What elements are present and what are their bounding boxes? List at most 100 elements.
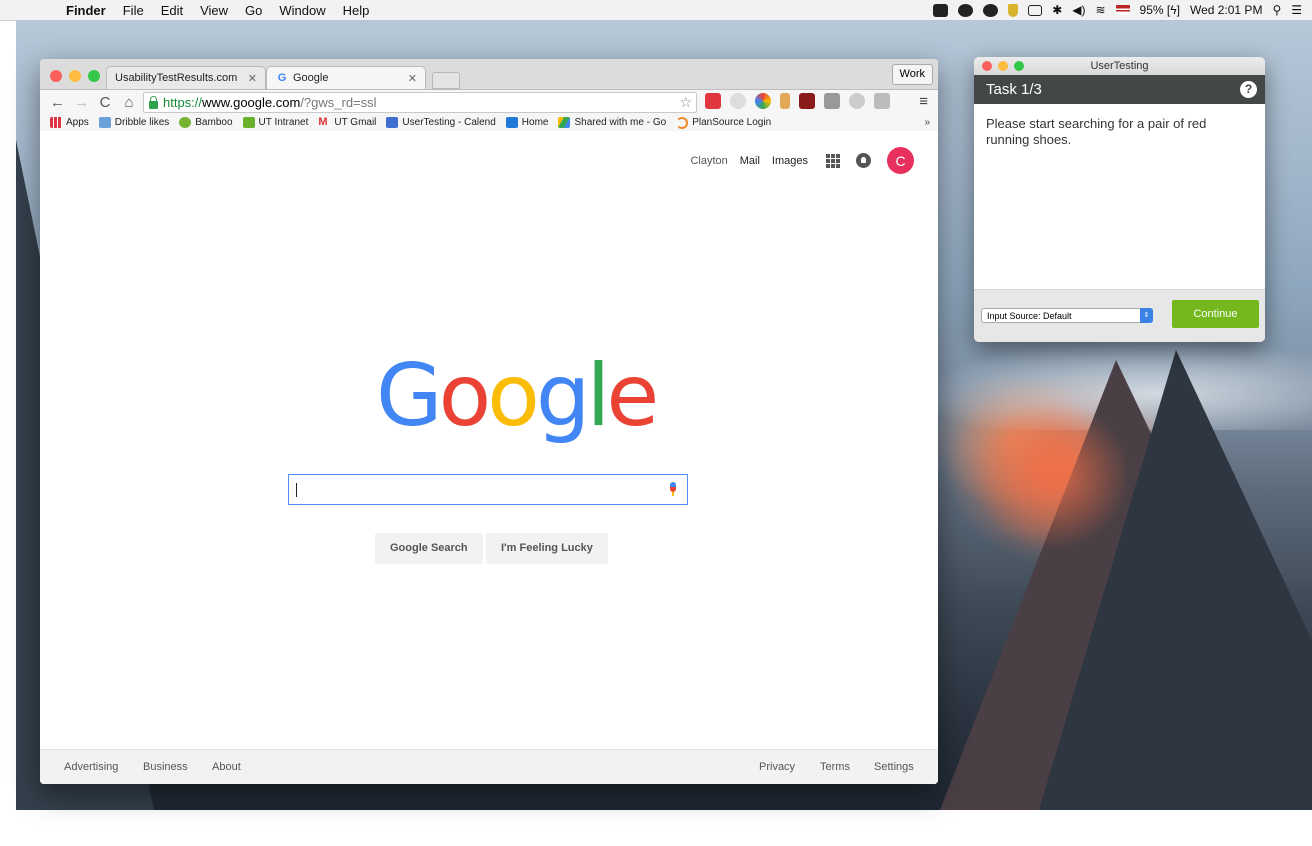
wifi-icon[interactable]: ≋ [1095, 3, 1105, 17]
status-tray: ✱ ◀) ≋ 95% [ϟ] Wed 2:01 PM ⚲ ☰ [933, 0, 1302, 20]
folder-icon [98, 117, 111, 128]
input-source-select[interactable]: Input Source: Default ⇕ [981, 308, 1153, 323]
extension-m-icon[interactable] [730, 93, 746, 109]
home-bookmark-icon [505, 117, 518, 128]
flag-icon[interactable] [1115, 5, 1130, 15]
home-icon[interactable]: ⌂ [122, 94, 136, 111]
footer-terms-link[interactable]: Terms [820, 761, 850, 773]
google-top-links: Clayton Mail Images C [678, 147, 914, 174]
new-tab-button[interactable] [432, 72, 460, 89]
bookmark-label: Apps [66, 117, 89, 128]
bookmark-ut-gmail[interactable]: M UT Gmail [318, 117, 376, 129]
forward-icon[interactable]: → [74, 94, 89, 111]
bookmarks-bar: Apps Dribble likes Bamboo UT Intranet MU… [40, 114, 938, 132]
extension-color-icon[interactable] [755, 93, 771, 109]
bookmark-home[interactable]: Home [505, 117, 548, 128]
feeling-lucky-button[interactable]: I'm Feeling Lucky [486, 533, 608, 564]
notifications-bell-icon[interactable] [856, 153, 871, 168]
close-window-button[interactable] [50, 70, 62, 82]
help-icon[interactable]: ? [1240, 81, 1257, 98]
menu-app-finder[interactable]: Finder [66, 3, 106, 18]
bookmark-usertesting-calendar[interactable]: UserTesting - Calend [386, 117, 496, 128]
menu-window[interactable]: Window [279, 3, 325, 18]
text-caret [296, 483, 297, 497]
minimize-window-button[interactable] [998, 61, 1008, 71]
logo-letter: o [438, 346, 492, 446]
minimize-window-button[interactable] [69, 70, 81, 82]
footer-privacy-link[interactable]: Privacy [759, 761, 795, 773]
extension-camera-icon[interactable] [824, 93, 840, 109]
microphone-icon[interactable] [669, 482, 677, 498]
extension-ublock-icon[interactable] [799, 93, 815, 109]
bookmark-dribble[interactable]: Dribble likes [98, 117, 169, 128]
bookmarks-overflow-icon[interactable]: » [924, 117, 930, 128]
google-search-button[interactable]: Google Search [375, 533, 483, 564]
close-window-button[interactable] [982, 61, 992, 71]
user-name-link[interactable]: Clayton [690, 155, 727, 167]
bookmark-apps[interactable]: Apps [50, 117, 89, 128]
usertesting-titlebar: UserTesting [974, 57, 1265, 75]
mail-link[interactable]: Mail [740, 155, 760, 167]
menu-help[interactable]: Help [343, 3, 370, 18]
logo-letter: l [586, 346, 611, 446]
menu-go[interactable]: Go [245, 3, 262, 18]
google-logo: Google [376, 353, 659, 439]
google-apps-icon[interactable] [826, 153, 840, 168]
window-title: UserTesting [1090, 60, 1149, 72]
bookmark-plansource[interactable]: PlanSource Login [676, 116, 771, 129]
plansource-icon [676, 116, 689, 129]
creative-cloud-icon[interactable] [958, 3, 974, 17]
continue-button[interactable]: Continue [1172, 300, 1259, 328]
apps-grid-icon [50, 117, 62, 128]
extension-face-icon[interactable] [849, 93, 865, 109]
google-homepage: Clayton Mail Images C Google Google Sear… [40, 131, 938, 784]
window-controls [50, 70, 100, 82]
tab-google[interactable]: G Google ✕ [266, 66, 426, 89]
wallpaper-mountain-dark [1036, 350, 1312, 810]
extension-ruler-icon[interactable] [780, 93, 790, 109]
tab-close-icon[interactable]: ✕ [408, 72, 417, 85]
footer-business-link[interactable]: Business [143, 761, 188, 773]
airplay-icon[interactable] [1028, 4, 1043, 16]
volume-icon[interactable]: ◀) [1072, 3, 1085, 17]
menu-edit[interactable]: Edit [161, 3, 183, 18]
footer-about-link[interactable]: About [212, 761, 241, 773]
tab-close-icon[interactable]: ✕ [248, 72, 257, 85]
menu-view[interactable]: View [200, 3, 228, 18]
extension-lastpass-icon[interactable] [705, 93, 721, 109]
adobe-icon[interactable] [983, 3, 999, 17]
footer-settings-link[interactable]: Settings [874, 761, 914, 773]
clock[interactable]: Wed 2:01 PM [1190, 3, 1262, 17]
reload-icon[interactable]: C [98, 94, 112, 111]
zoom-window-button[interactable] [88, 70, 100, 82]
extension-pocket-icon[interactable] [874, 93, 890, 109]
address-bar[interactable]: https://www.google.com/?gws_rd=ssl ☆ [143, 92, 697, 113]
shield-icon[interactable] [1008, 3, 1019, 17]
battery-status[interactable]: 95% [ϟ] [1140, 3, 1180, 17]
calendar-icon [386, 117, 399, 128]
bookmark-shared-drive[interactable]: Shared with me - Go [558, 117, 666, 128]
url-scheme: https:// [163, 95, 203, 110]
usertesting-controls: Input Source: Default ⇕ Continue [974, 289, 1265, 342]
battery-percent: 95% [1139, 3, 1164, 17]
bookmark-ut-intranet[interactable]: UT Intranet [242, 117, 308, 128]
images-link[interactable]: Images [772, 155, 808, 167]
back-icon[interactable]: ← [50, 94, 65, 111]
evernote-icon[interactable] [933, 3, 949, 17]
search-input[interactable] [288, 474, 688, 505]
bluetooth-icon[interactable]: ✱ [1052, 3, 1062, 17]
tab-usabilitytestresults[interactable]: UT UsabilityTestResults.com ✕ [106, 66, 266, 89]
zoom-window-button[interactable] [1014, 61, 1024, 71]
account-avatar[interactable]: C [887, 147, 914, 174]
chrome-window: UT UsabilityTestResults.com ✕ G Google ✕… [40, 59, 938, 784]
drive-icon [558, 117, 571, 128]
footer-advertising-link[interactable]: Advertising [64, 761, 118, 773]
bookmark-bamboo[interactable]: Bamboo [179, 117, 233, 128]
spotlight-icon[interactable]: ⚲ [1272, 3, 1281, 17]
bookmark-star-icon[interactable]: ☆ [679, 94, 692, 111]
menu-file[interactable]: File [123, 3, 144, 18]
url-host: www.google.com [202, 95, 301, 110]
chrome-menu-icon[interactable]: ≡ [919, 93, 928, 110]
profile-button[interactable]: Work [891, 64, 933, 85]
notification-center-icon[interactable]: ☰ [1291, 3, 1302, 17]
